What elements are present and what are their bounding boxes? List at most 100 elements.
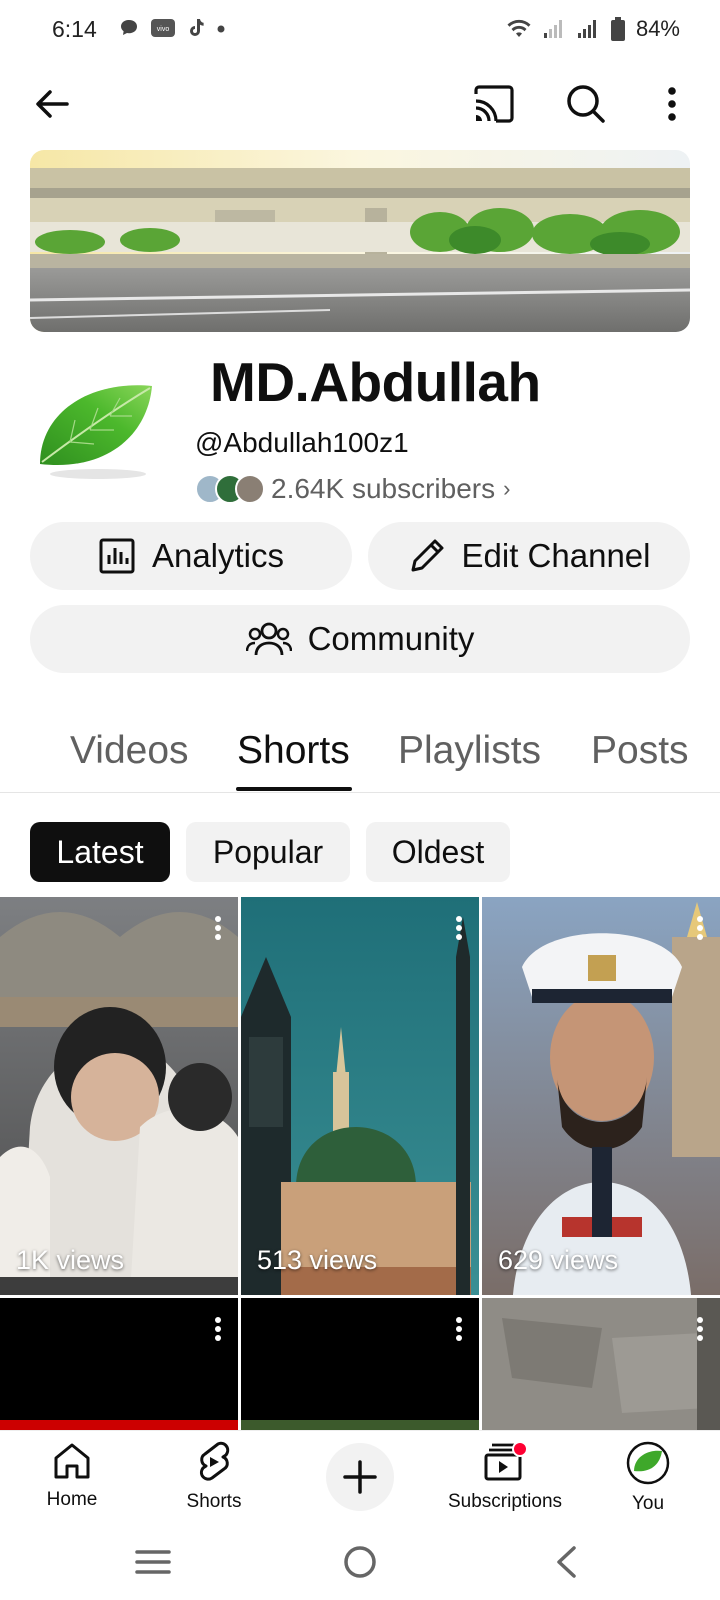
filter-chip-popular[interactable]: Popular <box>186 822 350 882</box>
analytics-button[interactable]: Analytics <box>30 522 352 590</box>
short-more-button[interactable] <box>455 915 463 946</box>
notification-dot-icon <box>512 1441 528 1457</box>
svg-text:vivo: vivo <box>157 26 170 33</box>
home-system-button[interactable] <box>338 1540 382 1584</box>
more-options-button[interactable] <box>652 80 692 128</box>
thumbnail-image <box>241 897 479 1295</box>
short-more-button[interactable] <box>214 915 222 946</box>
tab-videos[interactable]: Videos <box>70 729 189 773</box>
you-avatar-icon <box>626 1441 670 1485</box>
analytics-icon <box>99 538 135 574</box>
status-time: 6:14 <box>52 16 97 42</box>
create-button[interactable] <box>326 1443 394 1511</box>
short-thumbnail[interactable] <box>0 1298 238 1430</box>
more-vert-icon <box>215 1317 221 1341</box>
shorts-icon <box>199 1441 230 1481</box>
home-icon <box>54 1443 90 1479</box>
tab-playlists[interactable]: Playlists <box>398 729 541 773</box>
subscribers-row[interactable]: 2.64K subscribers › <box>195 472 510 506</box>
vivo-icon: vivo <box>151 19 175 37</box>
tab-posts[interactable]: Posts <box>591 729 689 773</box>
more-vert-icon <box>215 916 221 940</box>
search-button[interactable] <box>562 80 610 128</box>
thumbnail-image <box>482 897 720 1295</box>
channel-tabs: Videos Shorts Playlists Posts <box>0 715 720 793</box>
short-thumbnail[interactable]: 513 views <box>241 897 479 1295</box>
edit-channel-label: Edit Channel <box>461 537 651 574</box>
status-bar: 6:14 vivo 84% <box>0 0 720 62</box>
short-thumbnail[interactable] <box>482 1298 720 1430</box>
subscriber-count: 2.64K subscribers <box>271 473 496 504</box>
cast-button[interactable] <box>470 80 518 128</box>
subscriber-avatars <box>195 472 267 506</box>
edit-channel-button[interactable]: Edit Channel <box>368 522 690 590</box>
short-views: 629 views <box>498 1245 619 1275</box>
short-views: 513 views <box>257 1245 378 1275</box>
active-tab-indicator <box>236 787 352 791</box>
nav-shorts[interactable]: Shorts <box>172 1441 256 1513</box>
app-bar <box>0 70 720 140</box>
subscriptions-icon <box>484 1441 528 1481</box>
short-thumbnail[interactable] <box>241 1298 479 1430</box>
thumbnail-image <box>0 1420 238 1430</box>
channel-banner <box>30 150 690 332</box>
more-vert-icon <box>697 916 703 940</box>
thumbnail-image <box>482 1298 720 1430</box>
more-vert-icon <box>456 1317 462 1341</box>
nav-home[interactable]: Home <box>30 1441 114 1511</box>
nav-subscriptions[interactable]: Subscriptions <box>440 1441 570 1513</box>
short-more-button[interactable] <box>214 1316 222 1347</box>
thumbnail-image <box>0 897 238 1295</box>
nav-you[interactable]: You <box>606 1441 690 1515</box>
tiktok-icon <box>190 19 204 36</box>
nav-you-label: You <box>631 1493 665 1514</box>
chevron-left-icon <box>557 1546 576 1578</box>
battery-percent: 84% <box>635 16 680 41</box>
signal-icon <box>577 20 596 38</box>
system-navigation-bar <box>0 1530 720 1600</box>
short-more-button[interactable] <box>455 1316 463 1347</box>
channel-handle: @Abdullah100z1 <box>195 427 409 458</box>
channel-name: MD.Abdullah <box>210 351 541 413</box>
thumbnail-image <box>241 1420 479 1430</box>
banner-image <box>30 150 690 332</box>
short-views: 1K views <box>16 1245 125 1275</box>
create-plus-icon <box>343 1460 377 1494</box>
short-thumbnail[interactable]: 629 views <box>482 897 720 1295</box>
back-arrow-icon <box>36 90 69 118</box>
bottom-navigation: Home Shorts Subscriptions You <box>0 1430 720 1530</box>
signal-weak-icon <box>543 20 562 38</box>
filter-chip-latest[interactable]: Latest <box>30 822 170 882</box>
short-more-button[interactable] <box>696 1316 704 1347</box>
short-more-button[interactable] <box>696 915 704 946</box>
more-vert-icon <box>697 1317 703 1341</box>
menu-lines-icon <box>135 1550 171 1574</box>
nav-home-label: Home <box>46 1489 98 1510</box>
back-button[interactable] <box>30 82 74 126</box>
wifi-icon <box>507 19 531 37</box>
system-status-icons: 84% <box>506 16 680 42</box>
back-system-button[interactable] <box>546 1540 586 1584</box>
pencil-icon <box>411 539 444 572</box>
recents-button[interactable] <box>130 1542 176 1582</box>
chat-bubble-icon <box>121 20 137 35</box>
battery-icon <box>610 17 625 41</box>
community-label: Community <box>307 620 475 657</box>
people-icon <box>245 622 292 656</box>
chevron-right-icon: › <box>503 476 511 501</box>
subscriber-avatar <box>235 474 265 504</box>
more-vert-icon <box>456 916 462 940</box>
tab-shorts[interactable]: Shorts <box>237 729 350 773</box>
cast-icon <box>474 85 514 123</box>
notification-icons: vivo <box>118 17 226 39</box>
nav-shorts-label: Shorts <box>186 1491 242 1512</box>
search-icon <box>567 85 605 123</box>
leaf-icon <box>40 385 152 479</box>
channel-avatar[interactable] <box>30 372 160 482</box>
filter-chip-oldest[interactable]: Oldest <box>366 822 510 882</box>
community-button[interactable]: Community <box>30 605 690 673</box>
nav-subscriptions-label: Subscriptions <box>447 1491 563 1512</box>
short-thumbnail[interactable]: 1K views <box>0 897 238 1295</box>
analytics-label: Analytics <box>151 537 285 574</box>
more-vert-icon <box>668 87 676 121</box>
